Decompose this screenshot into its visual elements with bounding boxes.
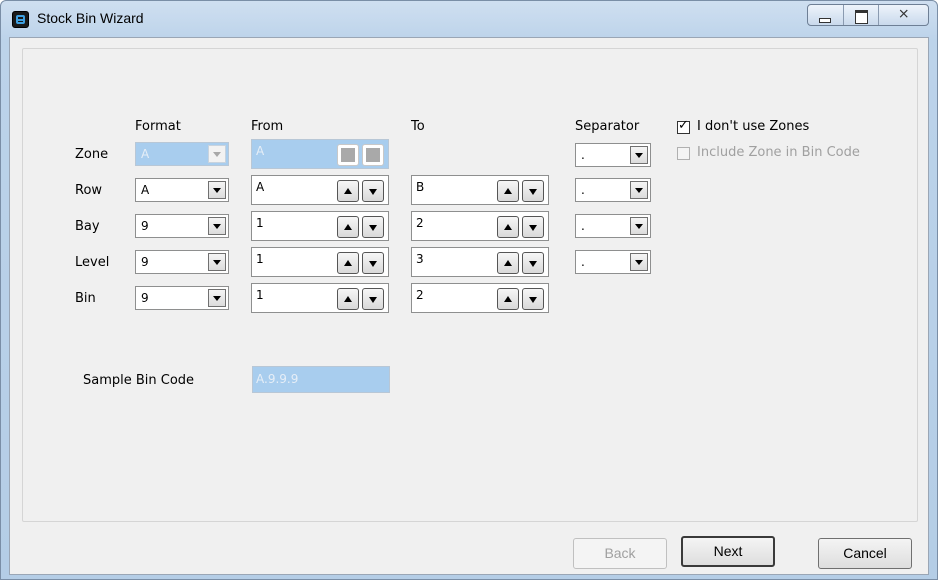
bin-from-up-button[interactable]: [337, 288, 359, 310]
bay-format-value: 9: [141, 219, 149, 233]
level-from-value: 1: [256, 252, 264, 266]
bay-from-value: 1: [256, 216, 264, 230]
bin-to-spinner[interactable]: 2: [411, 283, 549, 313]
row-from-spinner[interactable]: A: [251, 175, 389, 205]
row-to-value: B: [416, 180, 425, 194]
bay-from-up-button[interactable]: [337, 216, 359, 238]
close-icon: ⨯: [897, 6, 910, 22]
format-header: Format: [135, 119, 181, 134]
row-format-select[interactable]: A: [135, 178, 229, 202]
include-zone-label: Include Zone in Bin Code: [697, 145, 860, 160]
level-to-up-button[interactable]: [497, 252, 519, 274]
zone-from-up-button: [337, 144, 359, 166]
chevron-down-icon[interactable]: [630, 181, 648, 199]
row-separator-select[interactable]: .: [575, 178, 651, 202]
row-to-down-button[interactable]: [522, 180, 544, 202]
zone-format-select: A: [135, 142, 229, 166]
bin-from-value: 1: [256, 288, 264, 302]
zone-from-value: A: [256, 144, 265, 158]
title-bar[interactable]: Stock Bin Wizard ⨯: [1, 1, 937, 37]
minimize-button[interactable]: [808, 5, 844, 25]
chevron-down-icon[interactable]: [208, 253, 226, 271]
bay-to-value: 2: [416, 216, 424, 230]
row-label-level: Level: [75, 255, 110, 270]
row-from-up-button[interactable]: [337, 180, 359, 202]
sample-bin-code-field: A.9.9.9: [252, 366, 390, 393]
bay-from-down-button[interactable]: [362, 216, 384, 238]
back-button: Back: [573, 538, 667, 569]
wizard-window: Stock Bin Wizard ⨯ Format From To Separa…: [0, 0, 938, 580]
bay-separator-select[interactable]: .: [575, 214, 651, 238]
chevron-down-icon[interactable]: [630, 253, 648, 271]
sample-bin-code-value: A.9.9.9: [256, 372, 299, 386]
bay-to-down-button[interactable]: [522, 216, 544, 238]
bin-to-up-button[interactable]: [497, 288, 519, 310]
bin-format-value: 9: [141, 291, 149, 305]
bay-to-up-button[interactable]: [497, 216, 519, 238]
chevron-down-icon[interactable]: [208, 217, 226, 235]
level-from-up-button[interactable]: [337, 252, 359, 274]
caption-buttons: ⨯: [807, 4, 929, 26]
zone-from-down-button: [362, 144, 384, 166]
to-header: To: [411, 119, 425, 134]
level-separator-value: .: [581, 255, 585, 269]
row-to-up-button[interactable]: [497, 180, 519, 202]
row-label-bin: Bin: [75, 291, 96, 306]
zone-from-spinner: A: [251, 139, 389, 169]
row-label-row: Row: [75, 183, 103, 198]
wizard-client-area: Format From To Separator Zone A A . Row: [9, 37, 929, 575]
zone-separator-select[interactable]: .: [575, 143, 651, 167]
bay-to-spinner[interactable]: 2: [411, 211, 549, 241]
row-to-spinner[interactable]: B: [411, 175, 549, 205]
row-from-down-button[interactable]: [362, 180, 384, 202]
no-zones-label[interactable]: I don't use Zones: [697, 119, 809, 134]
close-button[interactable]: ⨯: [879, 5, 928, 25]
bay-format-select[interactable]: 9: [135, 214, 229, 238]
chevron-down-icon: [208, 145, 226, 163]
level-separator-select[interactable]: .: [575, 250, 651, 274]
chevron-down-icon[interactable]: [208, 181, 226, 199]
no-zones-checkbox[interactable]: [677, 118, 690, 134]
bin-format-select[interactable]: 9: [135, 286, 229, 310]
level-to-spinner[interactable]: 3: [411, 247, 549, 277]
include-zone-checkbox: [677, 147, 690, 160]
cancel-button[interactable]: Cancel: [818, 538, 912, 569]
chevron-down-icon[interactable]: [630, 146, 648, 164]
chevron-down-icon[interactable]: [630, 217, 648, 235]
chevron-down-icon[interactable]: [208, 289, 226, 307]
level-to-value: 3: [416, 252, 424, 266]
sample-bin-code-label: Sample Bin Code: [83, 373, 195, 388]
zone-format-value: A: [141, 147, 150, 161]
bin-from-spinner[interactable]: 1: [251, 283, 389, 313]
app-icon: [12, 11, 29, 28]
bay-from-spinner[interactable]: 1: [251, 211, 389, 241]
zone-separator-value: .: [581, 148, 585, 162]
level-format-value: 9: [141, 255, 149, 269]
bay-separator-value: .: [581, 219, 585, 233]
maximize-button[interactable]: [844, 5, 880, 25]
level-format-select[interactable]: 9: [135, 250, 229, 274]
from-header: From: [251, 119, 284, 134]
level-from-spinner[interactable]: 1: [251, 247, 389, 277]
window-title: Stock Bin Wizard: [37, 10, 144, 26]
row-label-bay: Bay: [75, 219, 100, 234]
row-label-zone: Zone: [75, 147, 109, 162]
row-separator-value: .: [581, 183, 585, 197]
bin-format-panel: Format From To Separator Zone A A . Row: [22, 48, 918, 522]
bin-to-value: 2: [416, 288, 424, 302]
row-format-value: A: [141, 183, 150, 197]
level-from-down-button[interactable]: [362, 252, 384, 274]
separator-header: Separator: [575, 119, 640, 134]
bin-to-down-button[interactable]: [522, 288, 544, 310]
level-to-down-button[interactable]: [522, 252, 544, 274]
next-button[interactable]: Next: [681, 536, 775, 567]
row-from-value: A: [256, 180, 265, 194]
bin-from-down-button[interactable]: [362, 288, 384, 310]
